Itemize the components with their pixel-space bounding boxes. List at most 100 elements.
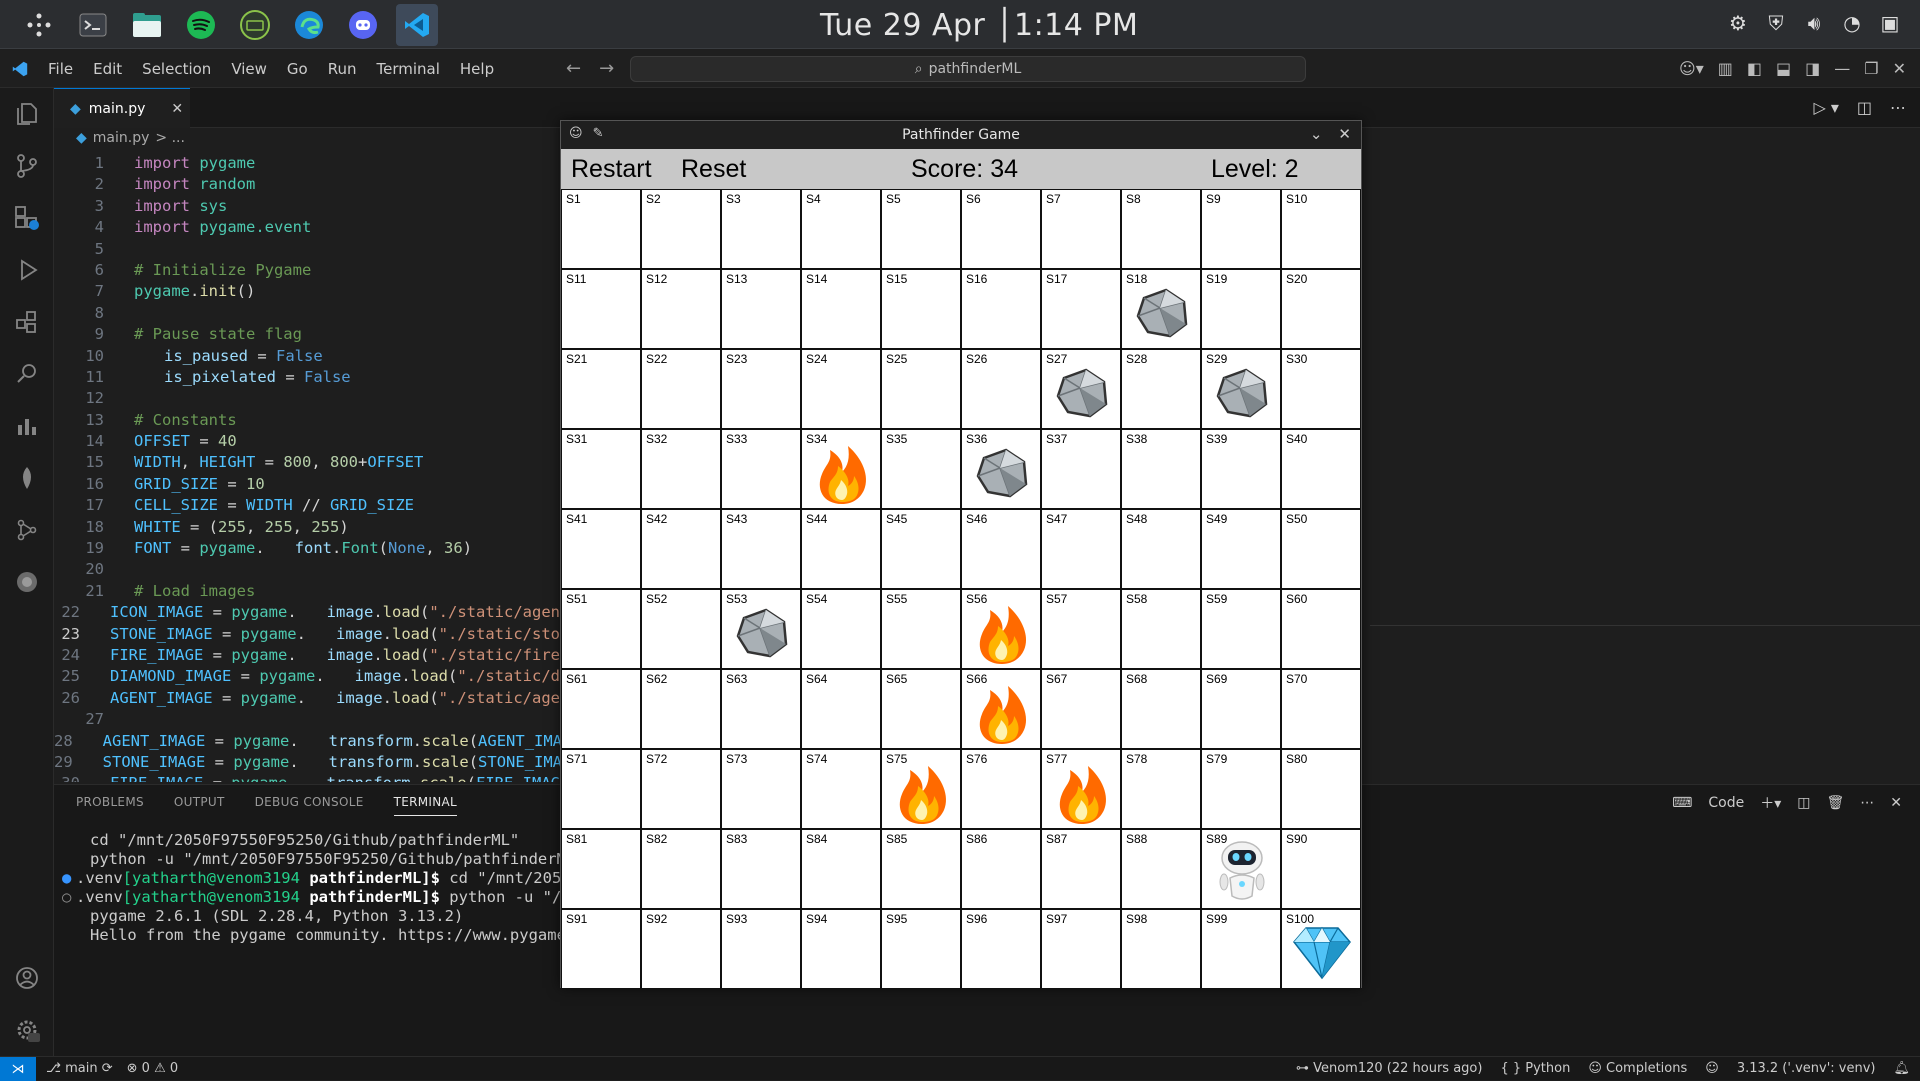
grid-cell[interactable]: S34 xyxy=(801,429,881,509)
tab-problems[interactable]: PROBLEMS xyxy=(76,795,144,816)
grid-cell[interactable]: S52 xyxy=(641,589,721,669)
grid-cell[interactable]: S38 xyxy=(1121,429,1201,509)
grid-cell[interactable]: S66 xyxy=(961,669,1041,749)
code-line[interactable]: 13 # Constants xyxy=(54,411,560,432)
grid-cell[interactable]: S19 xyxy=(1201,269,1281,349)
grid-cell[interactable]: S45 xyxy=(881,509,961,589)
problems-indicator[interactable]: ⊗ 0 ⚠ 0 xyxy=(127,1061,179,1076)
settings-icon[interactable]: ⚙ xyxy=(1726,10,1750,36)
grid-cell[interactable]: S72 xyxy=(641,749,721,829)
close-tab-icon[interactable]: ✕ xyxy=(171,101,183,117)
volume-icon[interactable]: 🔊︎ xyxy=(1802,10,1826,36)
code-line[interactable]: 15 WIDTH, HEIGHT = 800, 800+OFFSET xyxy=(54,453,560,474)
split-terminal-icon[interactable]: ◫ xyxy=(1797,795,1810,811)
grid-cell[interactable]: S11 xyxy=(561,269,641,349)
code-line[interactable]: 11 is_pixelated = False xyxy=(54,368,560,389)
menu-edit[interactable]: Edit xyxy=(93,60,122,78)
remote-icon[interactable]: ⋊ xyxy=(0,1057,36,1081)
grid-cell[interactable]: S69 xyxy=(1201,669,1281,749)
grid-cell[interactable]: S95 xyxy=(881,909,961,989)
grid-cell[interactable]: S92 xyxy=(641,909,721,989)
grid-cell[interactable]: S99 xyxy=(1201,909,1281,989)
keyboard-icon[interactable] xyxy=(234,4,276,46)
extensions-remote-icon[interactable] xyxy=(0,192,54,244)
discord-icon[interactable] xyxy=(342,4,384,46)
grid-cell[interactable]: S53 xyxy=(721,589,801,669)
grid-cell[interactable]: S51 xyxy=(561,589,641,669)
code-line[interactable]: 19 FONT = pygame. font.Font(None, 36) xyxy=(54,539,560,560)
command-center-search[interactable]: ⌕ pathfinderML xyxy=(630,56,1306,82)
display-icon[interactable]: ▣ xyxy=(1878,10,1902,36)
grid-cell[interactable]: S43 xyxy=(721,509,801,589)
grid-cell[interactable]: S26 xyxy=(961,349,1041,429)
tab-main-py[interactable]: ◆ main.py ✕ xyxy=(54,88,190,128)
kill-terminal-icon[interactable]: 🗑︎ xyxy=(1826,795,1844,811)
branch-indicator[interactable]: ⎇ main ⟳ xyxy=(46,1061,113,1076)
grid-cell[interactable]: S17 xyxy=(1041,269,1121,349)
grid-cell[interactable]: S27 xyxy=(1041,349,1121,429)
grid-cell[interactable]: S70 xyxy=(1281,669,1361,749)
explorer-icon[interactable] xyxy=(0,88,54,140)
tab-terminal[interactable]: TERMINAL xyxy=(393,795,458,816)
edge-icon[interactable] xyxy=(288,4,330,46)
system-clock[interactable]: Tue 29 Apr │1:14 PM xyxy=(820,8,1138,43)
toggle-panel-icon[interactable]: ⬓ xyxy=(1776,59,1791,78)
code-line[interactable]: 3 import sys xyxy=(54,197,560,218)
grid-cell[interactable]: S65 xyxy=(881,669,961,749)
grid-cell[interactable]: S88 xyxy=(1121,829,1201,909)
code-line[interactable]: 12 xyxy=(54,389,560,410)
grid-cell[interactable]: S4 xyxy=(801,189,881,269)
new-terminal-icon[interactable]: ＋▾ xyxy=(1760,793,1781,813)
grid-cell[interactable]: S80 xyxy=(1281,749,1361,829)
manage-gear-icon[interactable] xyxy=(0,1004,54,1056)
grid-cell[interactable]: S15 xyxy=(881,269,961,349)
grid-cell[interactable]: S28 xyxy=(1121,349,1201,429)
pin-icon[interactable]: ✎ xyxy=(593,126,604,141)
grid-cell[interactable]: S32 xyxy=(641,429,721,509)
language-mode[interactable]: { } Python xyxy=(1500,1061,1570,1076)
grid-cell[interactable]: S10 xyxy=(1281,189,1361,269)
grid-cell[interactable]: S6 xyxy=(961,189,1041,269)
grid-cell[interactable]: S74 xyxy=(801,749,881,829)
grid-cell[interactable]: S81 xyxy=(561,829,641,909)
python-interpreter[interactable]: 3.13.2 ('.venv': venv) xyxy=(1737,1061,1876,1076)
terminal-icon[interactable] xyxy=(72,4,114,46)
grid-cell[interactable]: S98 xyxy=(1121,909,1201,989)
grid-cell[interactable]: S12 xyxy=(641,269,721,349)
code-line[interactable]: 1 import pygame xyxy=(54,154,560,175)
code-editor[interactable]: 1 import pygame 2 import random 3 import sys 4… xyxy=(54,154,560,782)
layout-icon[interactable]: ▥ xyxy=(1718,59,1733,78)
menu-view[interactable]: View xyxy=(231,60,267,78)
menu-terminal[interactable]: Terminal xyxy=(377,60,440,78)
grid-cell[interactable]: S82 xyxy=(641,829,721,909)
menu-help[interactable]: Help xyxy=(460,60,494,78)
grid-cell[interactable]: S78 xyxy=(1121,749,1201,829)
grid-cell[interactable]: S62 xyxy=(641,669,721,749)
grid-cell[interactable]: S9 xyxy=(1201,189,1281,269)
game-grid[interactable]: S1 S2 S3 S4 S5 S6 S7 S8 S9 S10 S11 S12 S13 S14 S15 S16 S… xyxy=(561,189,1361,989)
git-blame[interactable]: ⊶ Venom120 (22 hours ago) xyxy=(1296,1061,1483,1076)
wifi-icon[interactable]: ◔ xyxy=(1840,10,1864,36)
code-line[interactable]: 17 CELL_SIZE = WIDTH // GRID_SIZE xyxy=(54,496,560,517)
completions-status[interactable]: ☺ Completions xyxy=(1588,1061,1687,1076)
grid-cell[interactable]: S5 xyxy=(881,189,961,269)
account-icon[interactable] xyxy=(0,952,54,1004)
code-line[interactable]: 24 FIRE_IMAGE = pygame. image.load("./stat… xyxy=(54,646,560,667)
code-line[interactable]: 9 # Pause state flag xyxy=(54,325,560,346)
grid-cell[interactable]: S55 xyxy=(881,589,961,669)
grid-cell[interactable]: S37 xyxy=(1041,429,1121,509)
code-line[interactable]: 21 # Load images xyxy=(54,582,560,603)
grid-cell[interactable]: S46 xyxy=(961,509,1041,589)
source-control-icon[interactable] xyxy=(0,140,54,192)
grid-cell[interactable]: S93 xyxy=(721,909,801,989)
code-line[interactable]: 20 xyxy=(54,560,560,581)
grid-cell[interactable]: S59 xyxy=(1201,589,1281,669)
grid-cell[interactable]: S35 xyxy=(881,429,961,509)
grid-cell[interactable]: S77 xyxy=(1041,749,1121,829)
grid-cell[interactable]: S20 xyxy=(1281,269,1361,349)
minimize-icon[interactable]: — xyxy=(1834,59,1850,78)
grid-cell[interactable]: S42 xyxy=(641,509,721,589)
grid-cell[interactable]: S3 xyxy=(721,189,801,269)
grid-cell[interactable]: S2 xyxy=(641,189,721,269)
code-line[interactable]: 22 ICON_IMAGE = pygame. image.load("./stat… xyxy=(54,603,560,624)
